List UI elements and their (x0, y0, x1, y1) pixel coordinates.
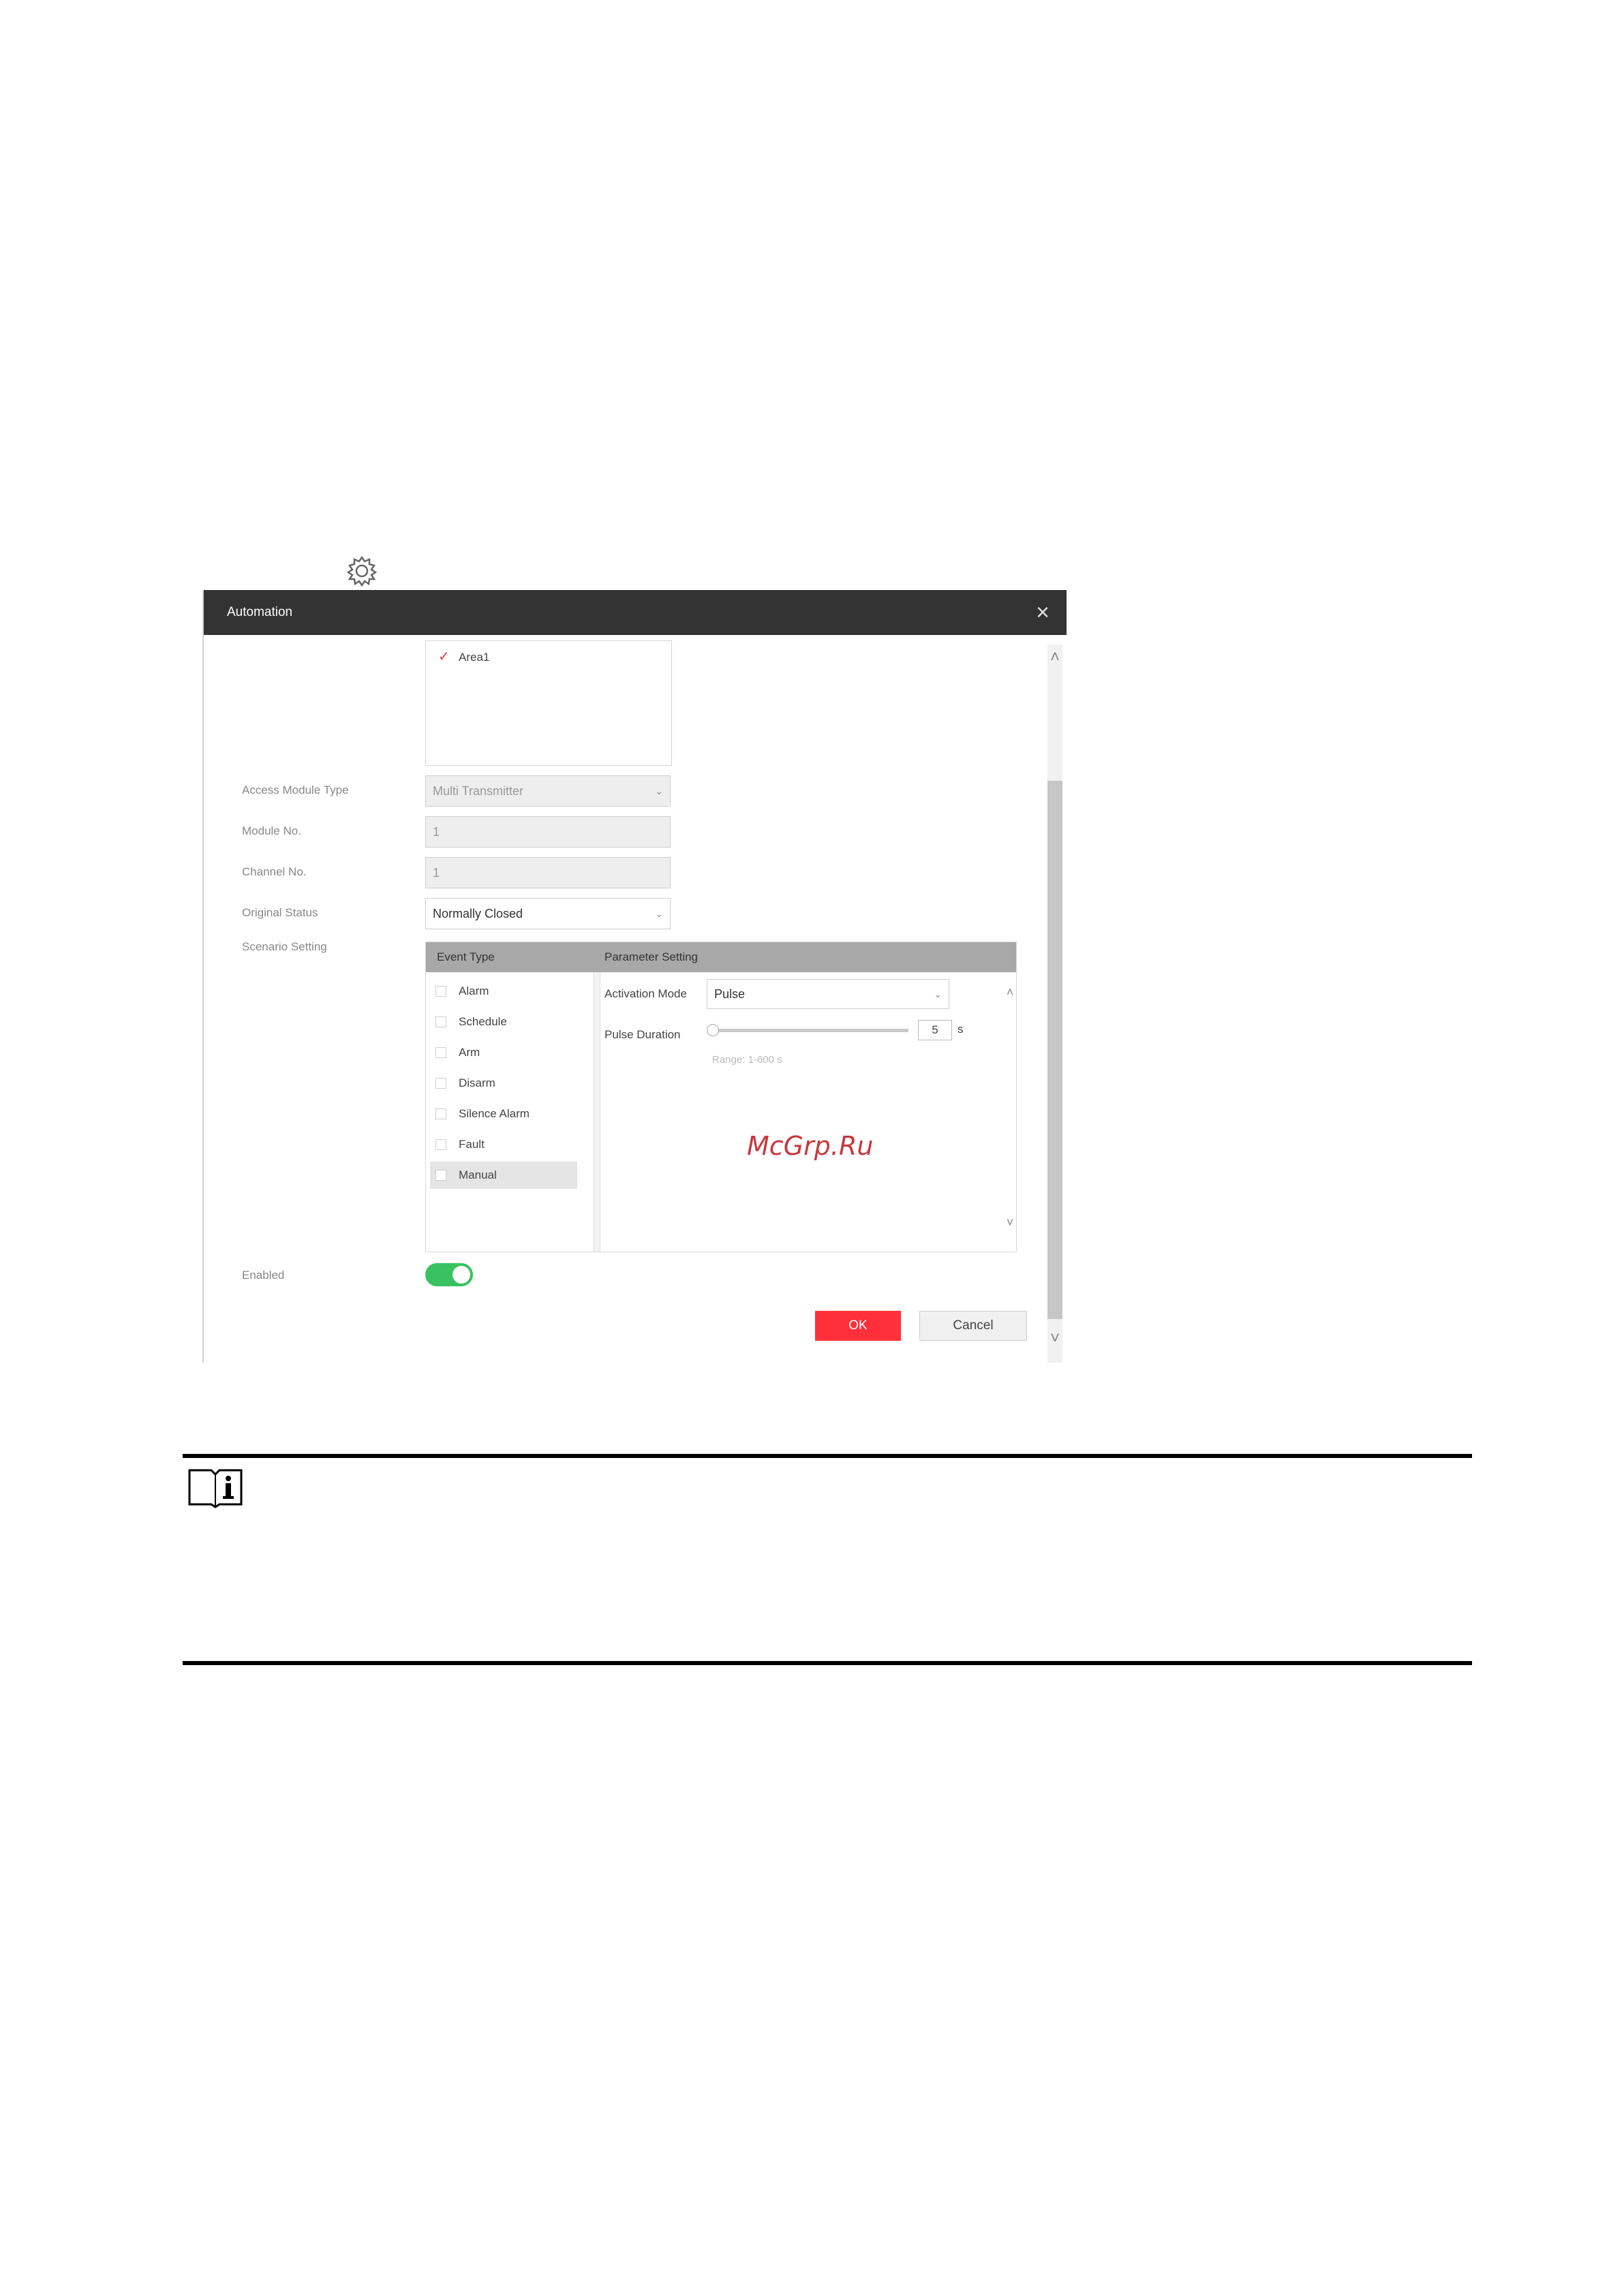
event-item-silence-alarm[interactable]: Silence Alarm (426, 1100, 576, 1128)
channel-no-field: 1 (425, 857, 671, 888)
slider-track (711, 1029, 908, 1032)
event-item-alarm[interactable]: Alarm (426, 978, 576, 1005)
scenario-header: Event Type Parameter Setting (426, 942, 1016, 972)
note-bottom-rule (183, 1661, 1472, 1665)
scenario-table: Event Type Parameter Setting Alarm Sched… (425, 942, 1017, 1252)
toggle-knob (453, 1266, 470, 1284)
event-item-arm[interactable]: Arm (426, 1039, 576, 1066)
activation-mode-value: Pulse (714, 987, 746, 1001)
event-item-manual[interactable]: Manual (430, 1162, 577, 1189)
chevron-down-icon[interactable]: ˅ (1047, 1331, 1062, 1347)
checkbox[interactable] (435, 1108, 446, 1119)
pulse-duration-unit: s (957, 1023, 964, 1036)
channel-no-label: Channel No. (242, 865, 307, 878)
scenario-setting-label: Scenario Setting (242, 940, 327, 953)
gear-icon[interactable] (344, 553, 380, 589)
event-label: Schedule (459, 1015, 507, 1028)
cancel-button[interactable]: Cancel (919, 1311, 1027, 1341)
chevron-up-icon[interactable]: ˄ (1047, 649, 1062, 666)
automation-dialog: Automation × ✓ Area1 Access Module Type … (202, 590, 1067, 1363)
area-item-label: Area1 (459, 651, 490, 664)
access-module-type-select: Multi Transmitter ⌄ (425, 775, 671, 807)
pulse-duration-label: Pulse Duration (604, 1028, 681, 1041)
original-status-label: Original Status (242, 906, 318, 919)
check-icon[interactable]: ✓ (438, 648, 450, 665)
checkbox[interactable] (435, 1078, 446, 1089)
note-top-rule (183, 1454, 1472, 1458)
checkbox[interactable] (435, 1017, 446, 1027)
event-item-disarm[interactable]: Disarm (426, 1070, 576, 1097)
ok-button[interactable]: OK (815, 1311, 901, 1341)
slider-handle[interactable] (707, 1024, 719, 1036)
activation-mode-select[interactable]: Pulse ⌄ (707, 979, 949, 1009)
access-module-type-value: Multi Transmitter (433, 784, 524, 798)
original-status-value: Normally Closed (433, 907, 523, 920)
event-label: Silence Alarm (459, 1107, 530, 1120)
parameter-setting-header: Parameter Setting (604, 950, 699, 963)
module-no-field: 1 (425, 816, 671, 848)
enabled-toggle[interactable] (425, 1263, 473, 1286)
checkbox[interactable] (435, 986, 446, 997)
event-label: Fault (459, 1138, 485, 1151)
enabled-label: Enabled (242, 1269, 285, 1282)
event-type-header: Event Type (437, 950, 495, 963)
event-item-fault[interactable]: Fault (426, 1131, 576, 1158)
dialog-titlebar: Automation × (204, 590, 1067, 635)
event-label: Arm (459, 1046, 480, 1059)
event-item-schedule[interactable]: Schedule (426, 1008, 576, 1036)
access-module-type-label: Access Module Type (242, 784, 349, 796)
area-list: ✓ Area1 (425, 640, 672, 766)
checkbox[interactable] (435, 1139, 446, 1150)
module-no-label: Module No. (242, 824, 301, 837)
scrollbar-thumb[interactable] (1047, 781, 1062, 1319)
checkbox[interactable] (435, 1170, 446, 1181)
checkbox[interactable] (435, 1047, 446, 1058)
chevron-down-icon: ⌄ (655, 786, 663, 796)
chevron-up-icon[interactable]: ˄ (1002, 984, 1017, 999)
pulse-duration-slider[interactable] (707, 1022, 911, 1040)
pulse-range-hint: Range: 1-600 s (712, 1054, 782, 1066)
activation-mode-label: Activation Mode (604, 987, 687, 1000)
close-icon[interactable]: × (1032, 601, 1053, 624)
original-status-select[interactable]: Normally Closed ⌄ (425, 898, 671, 929)
dialog-title: Automation (227, 605, 293, 619)
dialog-scrollbar[interactable]: ˄ ˅ (1047, 645, 1062, 1363)
watermark-text: McGrp.Ru (747, 1131, 874, 1161)
event-label: Manual (459, 1168, 497, 1181)
chevron-down-icon: ⌄ (934, 989, 942, 999)
chevron-down-icon: ⌄ (655, 908, 663, 919)
chevron-down-icon[interactable]: ˅ (1002, 1215, 1017, 1230)
event-list-scrollbar[interactable] (594, 972, 600, 1252)
event-label: Disarm (459, 1076, 495, 1089)
info-book-icon (188, 1469, 243, 1508)
event-label: Alarm (459, 984, 489, 997)
pulse-duration-input[interactable]: 5 (918, 1020, 952, 1040)
